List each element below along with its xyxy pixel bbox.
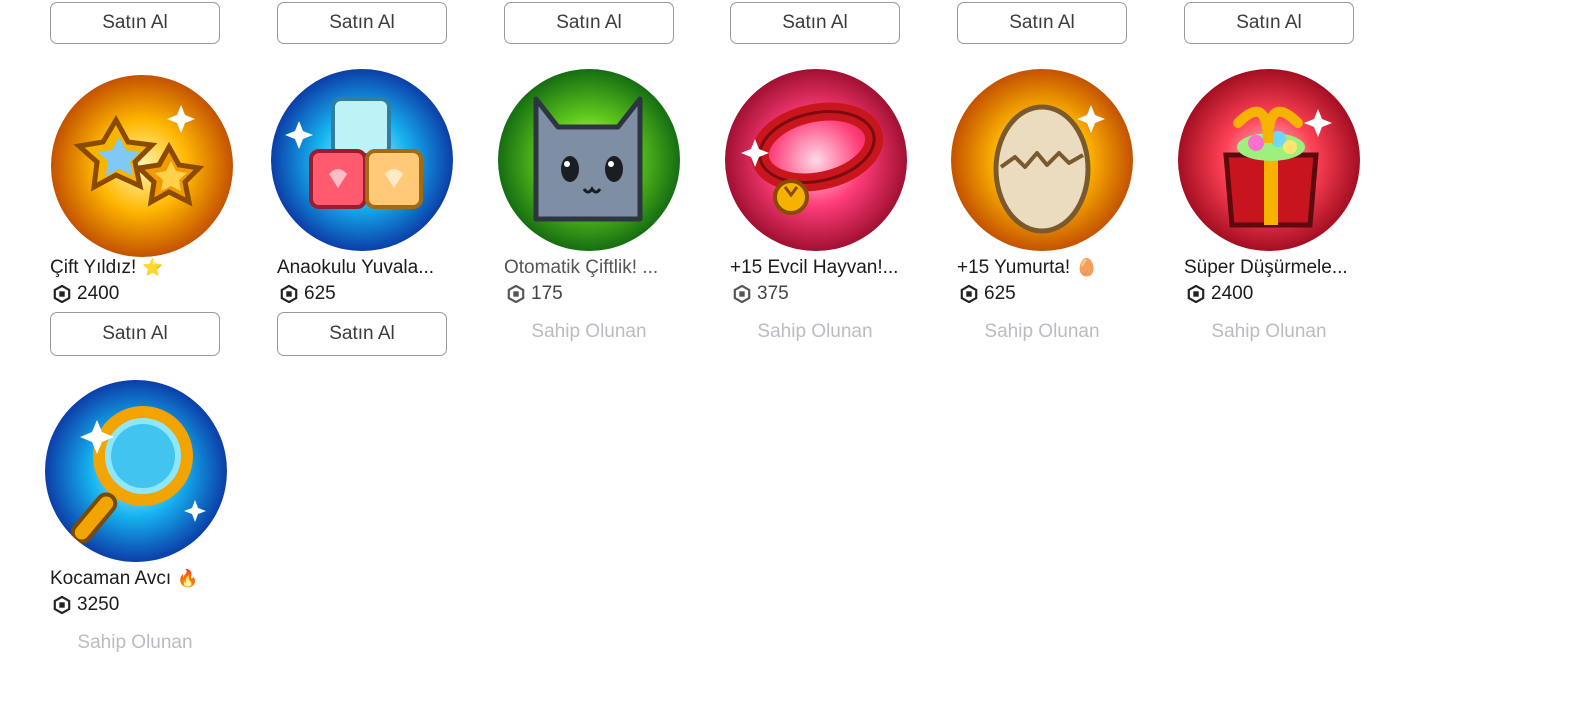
buy-button[interactable]: Satın Al	[1184, 2, 1354, 44]
fire-emoji-icon: 🔥	[177, 569, 199, 588]
magnifier-icon	[45, 380, 227, 562]
collar-icon	[725, 69, 907, 251]
buy-button[interactable]: Satın Al	[504, 2, 674, 44]
item-thumbnail[interactable]	[51, 75, 233, 257]
item-price: 625	[280, 283, 336, 305]
item-price: 3250	[53, 594, 119, 616]
robux-icon	[960, 285, 978, 303]
owned-label: Sahip Olunan	[757, 321, 873, 342]
double-star-icon	[51, 75, 233, 257]
item-price: 175	[507, 283, 563, 305]
item-name[interactable]: Anaokulu Yuvala...	[277, 257, 434, 279]
item-price: 2400	[53, 283, 119, 305]
buy-button[interactable]: Satın Al	[277, 2, 447, 44]
robux-icon	[280, 285, 298, 303]
item-name[interactable]: Süper Düşürmele...	[1184, 257, 1348, 279]
buy-button[interactable]: Satın Al	[50, 312, 220, 356]
cat-icon	[498, 69, 680, 251]
item-price: 375	[733, 283, 789, 305]
item-name[interactable]: +15 Yumurta! 🥚	[957, 257, 1097, 279]
robux-icon	[507, 285, 525, 303]
item-thumbnail[interactable]	[498, 69, 680, 251]
buy-button[interactable]: Satın Al	[50, 2, 220, 44]
blocks-icon	[271, 69, 453, 251]
buy-button[interactable]: Satın Al	[730, 2, 900, 44]
item-name[interactable]: Kocaman Avcı 🔥	[50, 568, 198, 590]
owned-label: Sahip Olunan	[984, 321, 1100, 342]
item-thumbnail[interactable]	[951, 69, 1133, 251]
item-thumbnail[interactable]	[725, 69, 907, 251]
item-thumbnail[interactable]	[45, 380, 227, 562]
item-name[interactable]: Çift Yıldız! ⭐	[50, 257, 163, 279]
item-name[interactable]: +15 Evcil Hayvan!...	[730, 257, 898, 279]
owned-label: Sahip Olunan	[1211, 321, 1327, 342]
egg-icon	[951, 69, 1133, 251]
buy-button[interactable]: Satın Al	[277, 312, 447, 356]
top-button-row: Satın Al Satın Al Satın Al Satın Al Satı…	[0, 2, 1591, 46]
owned-label: Sahip Olunan	[531, 321, 647, 342]
robux-icon	[53, 285, 71, 303]
egg-emoji-icon: 🥚	[1076, 258, 1098, 277]
robux-icon	[733, 285, 751, 303]
item-price: 2400	[1187, 283, 1253, 305]
buy-button[interactable]: Satın Al	[957, 2, 1127, 44]
gift-icon	[1178, 69, 1360, 251]
robux-icon	[1187, 285, 1205, 303]
item-price: 625	[960, 283, 1016, 305]
item-thumbnail[interactable]	[1178, 69, 1360, 251]
item-name[interactable]: Otomatik Çiftlik! ...	[504, 257, 658, 279]
item-thumbnail[interactable]	[271, 69, 453, 251]
robux-icon	[53, 596, 71, 614]
owned-label: Sahip Olunan	[77, 632, 193, 653]
star-emoji-icon: ⭐	[142, 258, 164, 277]
